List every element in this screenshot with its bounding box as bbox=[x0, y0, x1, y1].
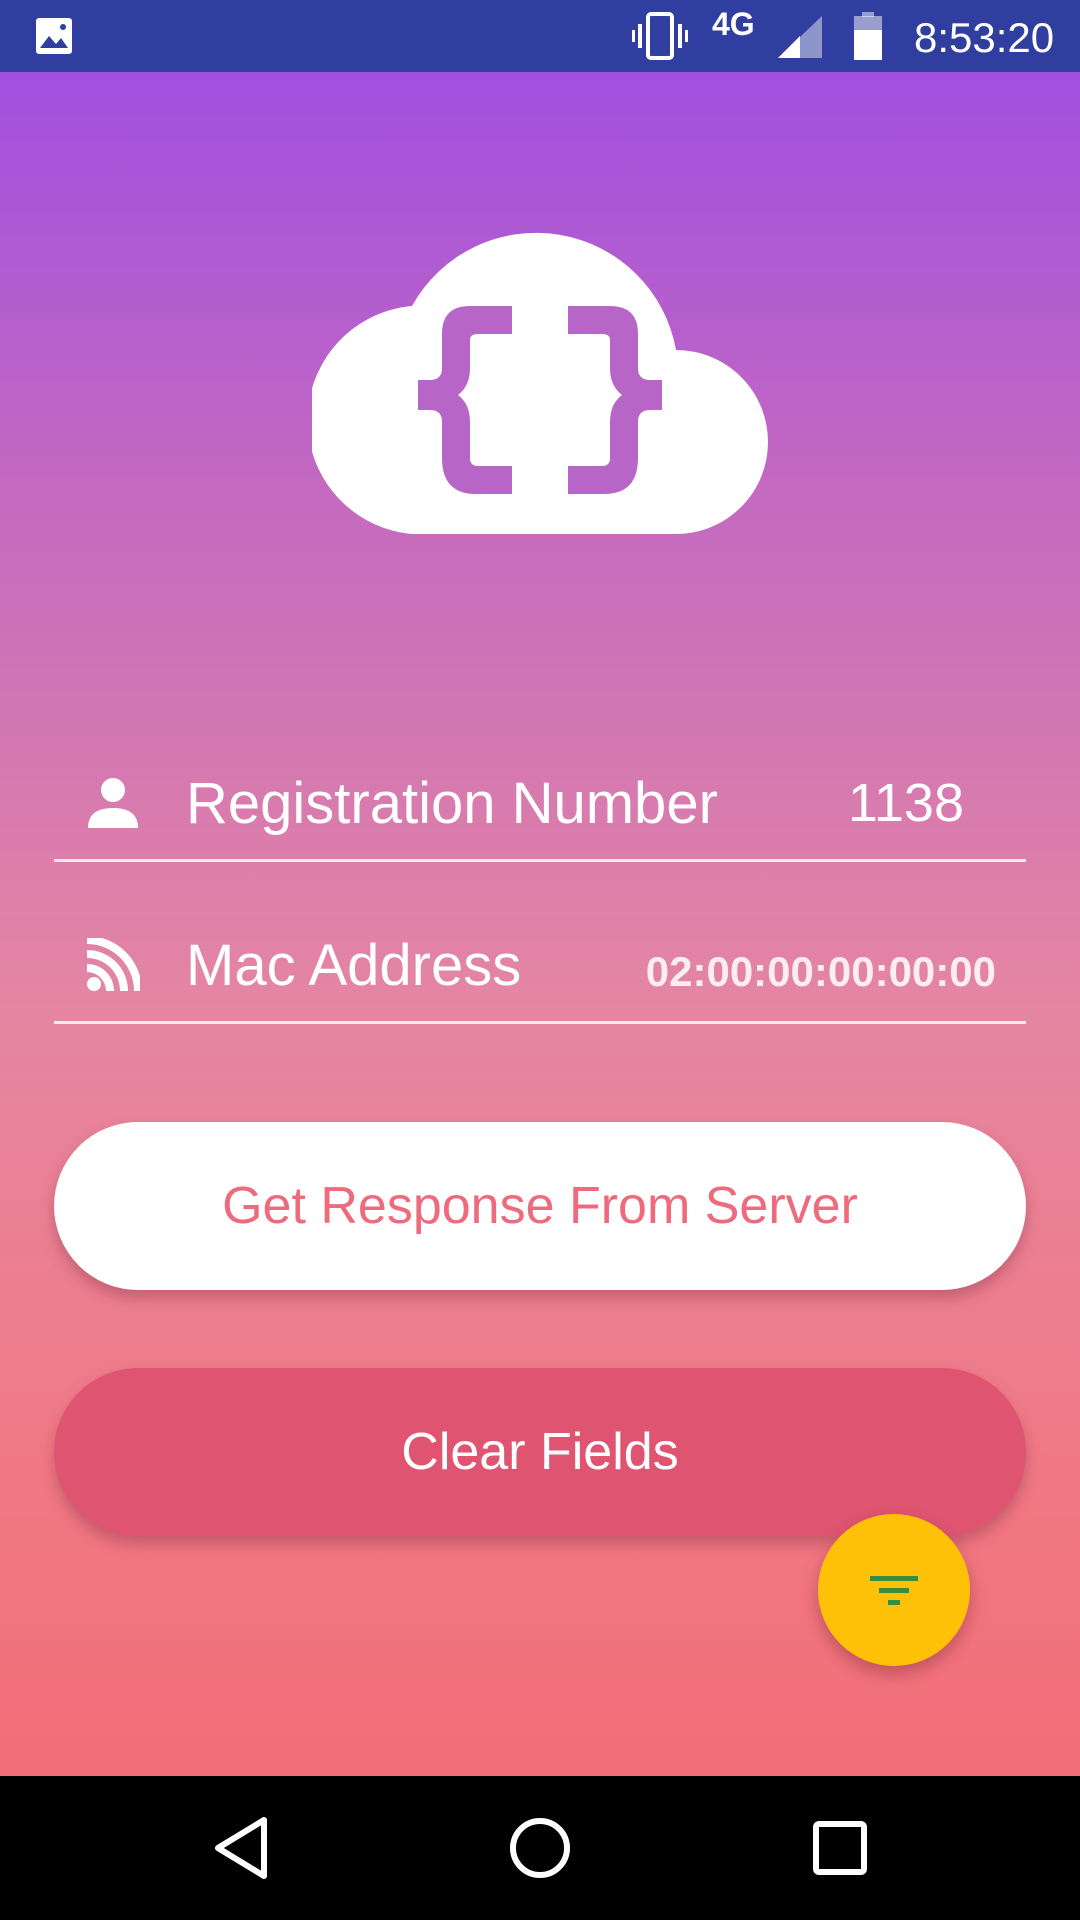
cloud-braces-icon bbox=[312, 232, 768, 534]
image-icon bbox=[36, 18, 72, 54]
signal-icon bbox=[778, 16, 822, 58]
field-underline bbox=[54, 859, 1026, 862]
vibrate-icon bbox=[632, 12, 688, 60]
filter-list-icon bbox=[870, 1576, 918, 1605]
recents-icon[interactable] bbox=[804, 1812, 876, 1884]
mac-address-label: Mac Address bbox=[186, 933, 522, 998]
person-icon bbox=[88, 778, 138, 828]
field-underline bbox=[54, 1021, 1026, 1024]
registration-number-value[interactable]: 1138 bbox=[848, 772, 964, 834]
mac-address-field[interactable]: Mac Address 02:00:00:00:00:00 bbox=[54, 914, 1026, 1024]
registration-number-field[interactable]: Registration Number 1138 bbox=[54, 752, 1026, 862]
app-content: Registration Number 1138 Mac Address 02:… bbox=[0, 72, 1080, 1776]
get-response-button[interactable]: Get Response From Server bbox=[54, 1122, 1026, 1290]
back-icon[interactable] bbox=[206, 1812, 278, 1884]
filter-fab-button[interactable] bbox=[818, 1514, 970, 1666]
network-type-label: 4G bbox=[712, 6, 755, 42]
navigation-bar bbox=[0, 1776, 1080, 1920]
mac-address-value[interactable]: 02:00:00:00:00:00 bbox=[646, 948, 996, 996]
status-bar: 4G 8:53:20 bbox=[0, 0, 1080, 72]
registration-number-label: Registration Number bbox=[186, 771, 718, 836]
home-icon[interactable] bbox=[504, 1812, 576, 1884]
clear-fields-button[interactable]: Clear Fields bbox=[54, 1368, 1026, 1536]
battery-icon bbox=[854, 12, 882, 60]
rss-icon bbox=[87, 938, 140, 991]
status-time: 8:53:20 bbox=[914, 14, 1055, 61]
